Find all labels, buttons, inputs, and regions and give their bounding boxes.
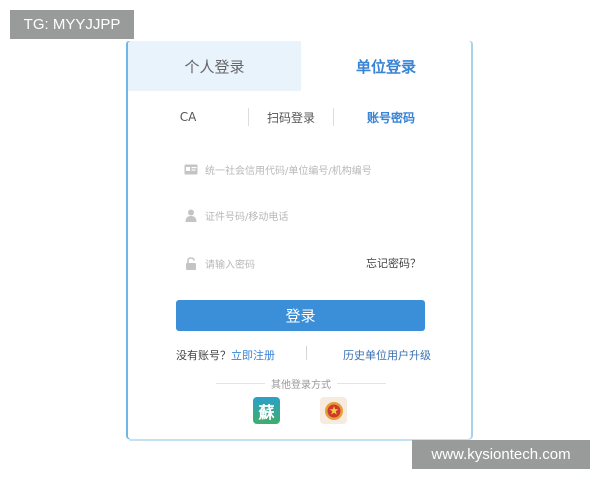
subtab-ca[interactable]: CA (128, 103, 248, 131)
id-phone-placeholder: 证件号码/移动电话 (205, 211, 289, 223)
su-app-char: 蘇 (258, 402, 275, 422)
history-upgrade-link[interactable]: 历史单位用户升级 (343, 347, 431, 363)
watermark-top-left: TG: MYYJJPP (10, 10, 134, 39)
watermark-bottom-right: www.kysiontech.com (412, 440, 590, 469)
other-login-title: 其他登录方式 (271, 379, 331, 391)
divider-line (337, 382, 386, 384)
no-account-row: 没有账号？立即注册 (176, 347, 275, 363)
register-link[interactable]: 立即注册 (231, 349, 275, 362)
user-icon (184, 208, 198, 222)
su-app-icon[interactable]: 蘇 (253, 397, 280, 424)
lock-icon (184, 256, 198, 270)
national-emblem-icon[interactable] (320, 397, 347, 424)
forgot-password-link[interactable]: 忘记密码？ (366, 255, 421, 271)
org-code-placeholder: 统一社会信用代码/单位编号/机构编号 (205, 165, 372, 177)
divider (306, 346, 307, 360)
org-code-field[interactable]: 统一社会信用代码/单位编号/机构编号 (176, 153, 423, 185)
subtab-account-password[interactable]: 账号密码 (334, 103, 448, 131)
tab-personal-login[interactable]: 个人登录 (128, 41, 301, 91)
login-type-tabs: 个人登录 单位登录 (128, 41, 471, 91)
tab-unit-login[interactable]: 单位登录 (301, 41, 471, 91)
id-card-icon (184, 162, 198, 176)
other-login-divider: 其他登录方式 (216, 375, 386, 391)
login-method-tabs: CA 扫码登录 账号密码 (128, 103, 471, 131)
password-placeholder: 请输入密码 (205, 259, 255, 271)
subtab-scan-login[interactable]: 扫码登录 (249, 103, 333, 131)
id-phone-field[interactable]: 证件号码/移动电话 (176, 199, 423, 231)
no-account-text: 没有账号？ (176, 349, 231, 362)
divider-line (216, 382, 265, 384)
login-button[interactable]: 登录 (176, 300, 425, 331)
login-card: 个人登录 单位登录 CA 扫码登录 账号密码 统一社会信用代码/单位编号/机构编… (128, 41, 471, 439)
